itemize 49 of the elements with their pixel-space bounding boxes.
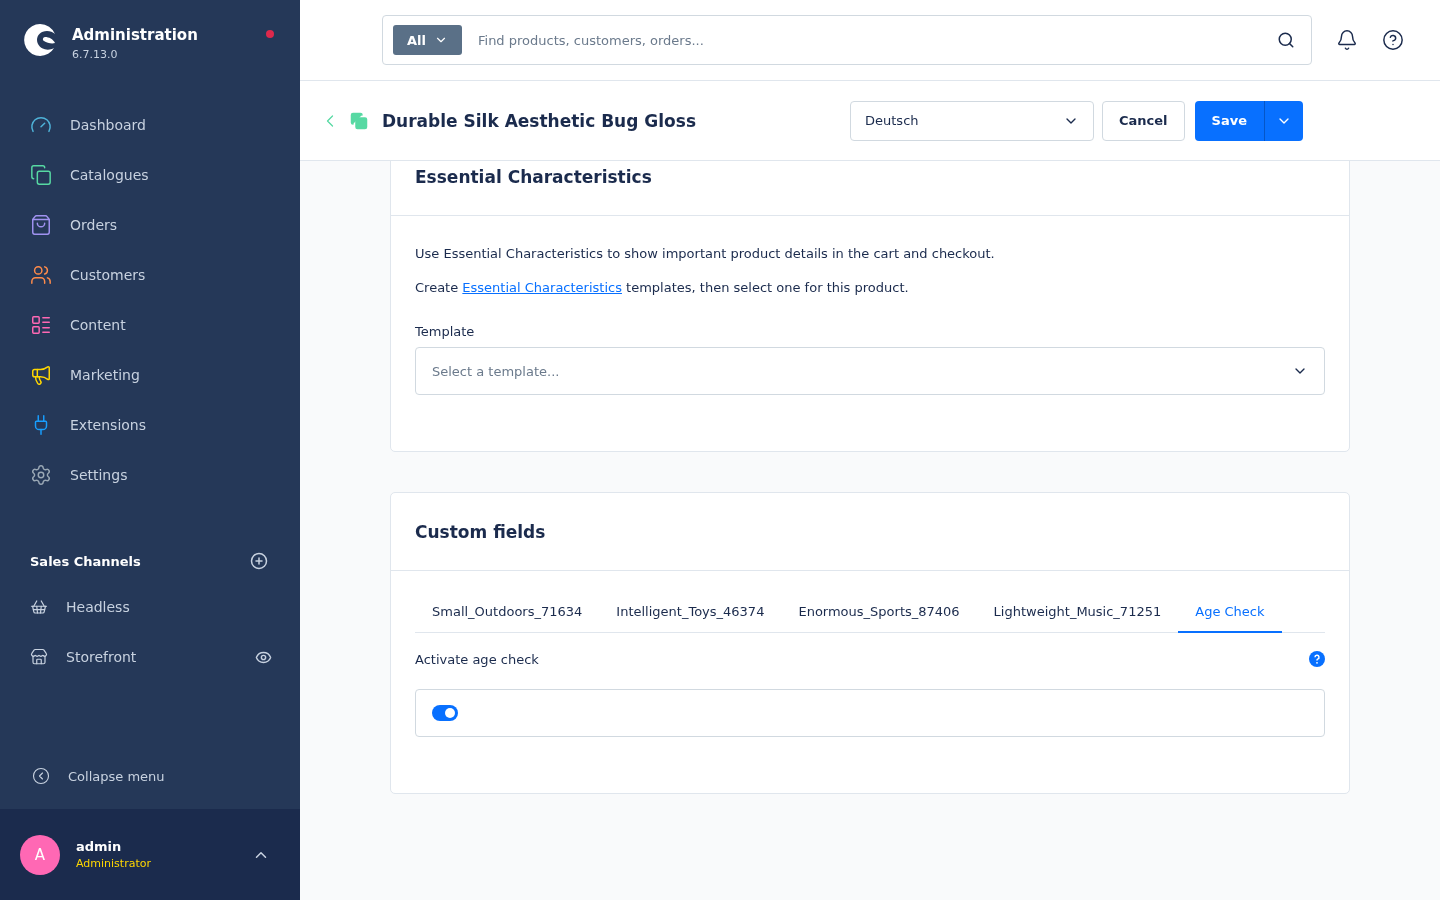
cancel-button[interactable]: Cancel: [1102, 100, 1185, 141]
card-title: Custom fields: [415, 521, 546, 542]
nav-item[interactable]: Content: [0, 300, 300, 350]
tab[interactable]: Enormous_Sports_87406: [781, 591, 977, 633]
notifications-button[interactable]: [1336, 29, 1358, 51]
help-icon: [1382, 29, 1404, 51]
tab[interactable]: Lightweight_Music_71251: [976, 591, 1179, 633]
basket-icon: [30, 598, 48, 616]
intro-text: Use Essential Characteristics to show important product details in the cart and checkout.: [415, 245, 996, 263]
version-text: 6.7.13.0: [72, 48, 119, 61]
nav-item[interactable]: Orders: [0, 200, 300, 250]
characteristics-link[interactable]: Essential Characteristics: [462, 280, 622, 295]
logo-icon: [22, 22, 58, 58]
search-icon[interactable]: [1277, 31, 1295, 49]
save-button[interactable]: Save: [1194, 100, 1264, 141]
language-select[interactable]: Deutsch: [850, 100, 1094, 141]
nav-item[interactable]: Dashboard: [0, 100, 300, 150]
user-name: admin: [76, 839, 123, 854]
store-icon: [30, 648, 48, 666]
page-title: Durable Silk Aesthetic Bug Gloss: [382, 110, 697, 131]
nav-item[interactable]: Settings: [0, 450, 300, 500]
help-button[interactable]: [1382, 29, 1404, 51]
nav-item[interactable]: Customers: [0, 250, 300, 300]
add-icon[interactable]: [250, 552, 268, 570]
chevron-left-icon: [32, 767, 50, 785]
user-role: Administrator: [76, 857, 152, 870]
template-select[interactable]: Select a template...: [415, 347, 1325, 395]
field-label: Activate age check: [415, 651, 539, 667]
app-title: Administration: [72, 26, 198, 44]
nav-item[interactable]: Extensions: [0, 400, 300, 450]
tab[interactable]: Small_Outdoors_71634: [415, 591, 600, 633]
help-icon[interactable]: [1309, 651, 1325, 667]
nav-item[interactable]: Catalogues: [0, 150, 300, 200]
search-field[interactable]: All Find products, customers, orders...: [382, 15, 1312, 65]
nav-item[interactable]: Marketing: [0, 350, 300, 400]
save-options-button[interactable]: [1264, 100, 1303, 141]
toggle-switch[interactable]: [432, 705, 458, 721]
channel-item[interactable]: Headless: [66, 599, 272, 615]
info-text: Create Essential Characteristics templates, then select one for this product.: [415, 279, 910, 297]
copy-icon: [350, 111, 368, 130]
section-title: Sales Channels: [30, 553, 141, 569]
tab[interactable]: Intelligent_Toys_46374: [599, 591, 782, 633]
bell-icon: [1336, 29, 1358, 51]
scope-dropdown[interactable]: All: [393, 25, 462, 55]
tab[interactable]: Age Check: [1178, 591, 1282, 633]
channel-item[interactable]: Storefront: [66, 649, 237, 665]
card-title: Essential Characteristics: [415, 166, 652, 187]
collapse-menu-link[interactable]: Collapse menu: [0, 767, 300, 809]
field-label: Template: [415, 324, 476, 339]
